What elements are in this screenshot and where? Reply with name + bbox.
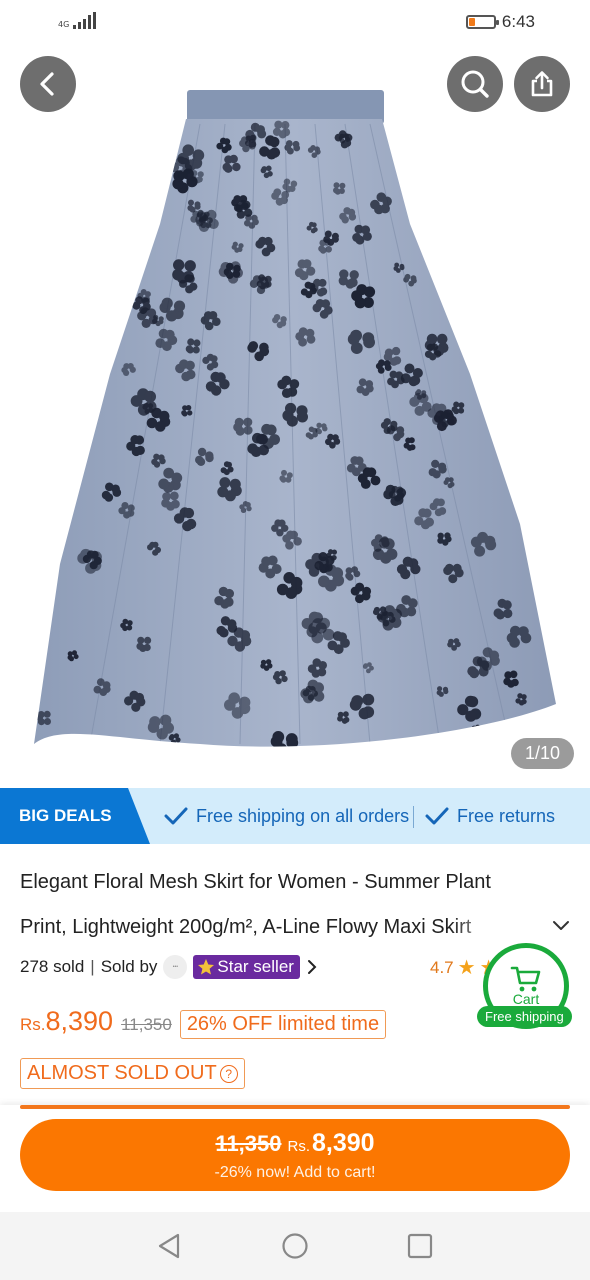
search-button[interactable] <box>447 56 503 112</box>
system-navigation-bar <box>0 1212 590 1280</box>
star-seller-badge: Star seller <box>193 955 300 979</box>
separator: | <box>90 957 95 976</box>
network-type: 4G <box>58 20 70 29</box>
title-line-1: Elegant Floral Mesh Skirt for Women - Su… <box>20 871 491 893</box>
title-line-2: Print, Lightweight 200g/m², A-Line Flowy… <box>20 916 472 938</box>
floating-cart-button[interactable]: Cart Free shipping <box>477 943 572 1033</box>
star-seller-label: Star seller <box>217 957 294 976</box>
discount-badge: 26% OFF limited time <box>179 1010 387 1039</box>
sold-by-label: Sold by <box>100 957 158 976</box>
big-deals-badge: BIG DEALS <box>0 788 150 844</box>
share-button[interactable] <box>514 56 570 112</box>
checkmark-icon <box>425 807 449 825</box>
help-icon: ? <box>219 1064 238 1083</box>
shopping-cart-icon <box>510 966 541 992</box>
deal-label: Free returns <box>457 805 556 826</box>
search-icon <box>461 70 489 98</box>
battery-icon <box>465 15 499 29</box>
checkmark-icon <box>164 807 188 825</box>
rating-value: 4.7 <box>430 957 454 977</box>
deals-bar[interactable]: BIG DEALS Free shipping on all orders Fr… <box>0 788 590 844</box>
product-title[interactable]: Elegant Floral Mesh Skirt for Women - Su… <box>20 860 550 950</box>
stock-label: ALMOST SOLD OUT <box>27 1062 217 1084</box>
seller-row[interactable]: 278 sold | Sold by ••• Star seller <box>20 952 318 982</box>
price-row: Rs. 8,390 11,350 26% OFF limited time <box>20 1006 387 1039</box>
deal-free-returns: Free returns <box>425 788 555 844</box>
button-old-price: 11,350 <box>215 1131 282 1156</box>
waistband <box>187 90 384 124</box>
add-to-cart-button[interactable]: 11,350 Rs. 8,390 -26% now! Add to cart! <box>20 1119 570 1191</box>
status-bar: 4G 6:43 <box>0 0 590 44</box>
share-icon <box>531 71 553 97</box>
deal-label: Free shipping on all orders <box>196 805 410 826</box>
button-new-price: 8,390 <box>312 1129 375 1157</box>
product-image-gallery[interactable]: 1/10 <box>0 44 590 786</box>
battery-level <box>468 18 475 26</box>
button-subtitle: -26% now! Add to cart! <box>214 1164 376 1181</box>
seller-logo-icon: ••• <box>163 955 188 979</box>
chevron-right-icon <box>307 960 317 974</box>
currency-label: Rs. <box>20 1015 46 1034</box>
chevron-left-icon <box>40 72 54 96</box>
status-time: 6:43 <box>501 12 535 31</box>
product-image-skirt <box>34 90 556 747</box>
home-circle-icon[interactable] <box>281 1232 309 1260</box>
current-price: 8,390 <box>45 1006 114 1036</box>
divider <box>413 806 414 828</box>
back-button[interactable] <box>20 56 76 112</box>
deal-free-shipping: Free shipping on all orders <box>164 788 409 844</box>
cart-label: Cart <box>512 991 540 1007</box>
chevron-down-icon[interactable] <box>552 918 570 932</box>
almost-sold-out-badge[interactable]: ALMOST SOLD OUT ? <box>20 1058 245 1089</box>
signal-indicator: 4G <box>58 12 97 29</box>
divider <box>20 1105 570 1109</box>
star-icon <box>198 959 215 975</box>
bottom-action-bar: 11,350 Rs. 8,390 -26% now! Add to cart! <box>0 1105 590 1212</box>
back-triangle-icon[interactable] <box>156 1232 182 1260</box>
button-currency: Rs. <box>287 1138 311 1155</box>
signal-bars-icon <box>73 12 97 29</box>
sold-count: 278 sold <box>20 957 85 976</box>
recents-square-icon[interactable] <box>406 1232 434 1260</box>
free-shipping-tag: Free shipping <box>477 1006 572 1027</box>
star-icon: ★ <box>457 957 476 979</box>
original-price: 11,350 <box>121 1015 172 1034</box>
image-counter: 1/10 <box>510 738 574 769</box>
